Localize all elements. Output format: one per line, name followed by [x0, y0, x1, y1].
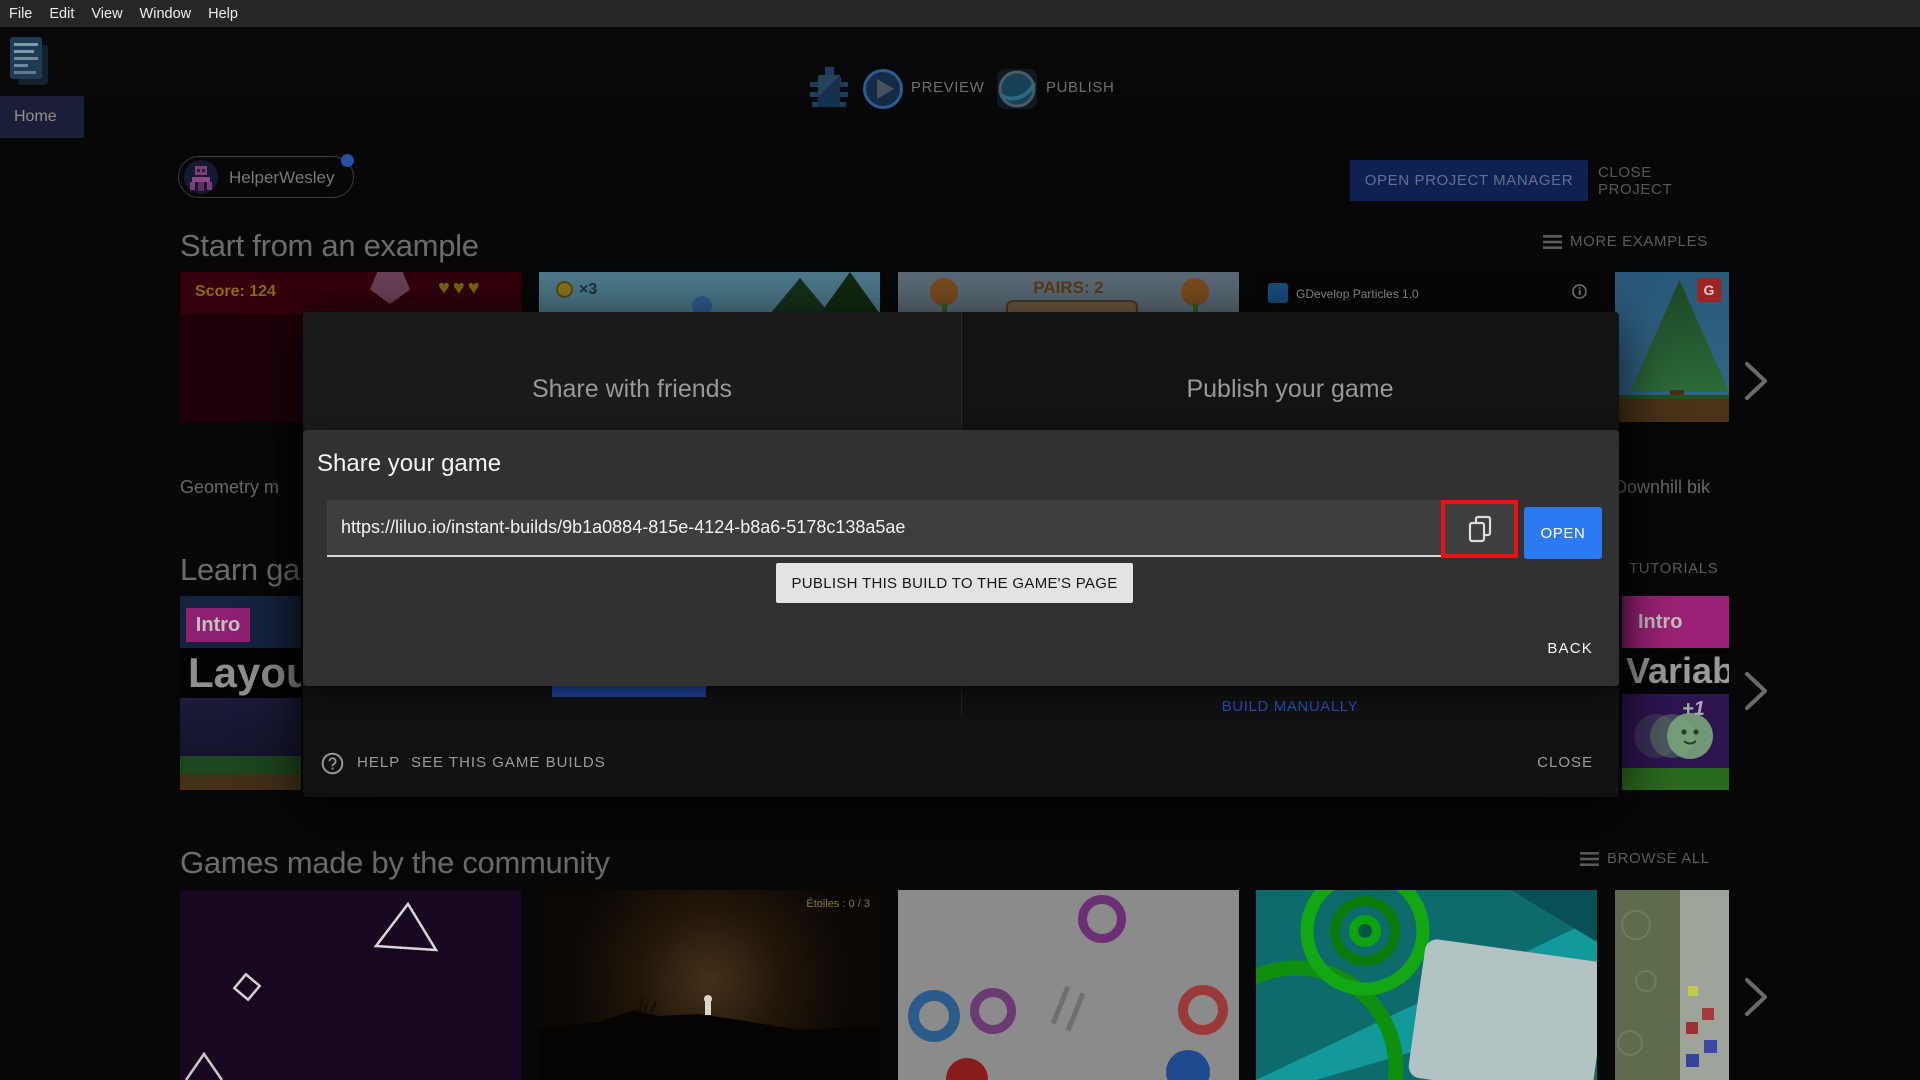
community-card-rings[interactable]: [898, 890, 1239, 1080]
open-url-button[interactable]: OPEN: [1524, 507, 1602, 559]
chevron-right-icon[interactable]: [1742, 976, 1770, 1018]
tutorials-label: TUTORIALS: [1629, 560, 1719, 577]
tutorial-word: Variab: [1626, 650, 1729, 691]
tutorial-card-layout[interactable]: Intro Layou: [180, 596, 301, 790]
coin-counter: ×3: [579, 281, 598, 298]
help-button[interactable]: HELP: [357, 754, 400, 771]
community-card-bubbles[interactable]: [1615, 890, 1729, 1080]
see-game-builds-button[interactable]: SEE THIS GAME BUILDS: [411, 754, 606, 771]
community-section-title: Games made by the community: [180, 845, 610, 880]
hidden-blue-button-edge: [552, 685, 706, 697]
publish-icon[interactable]: [995, 67, 1039, 111]
fish-right: [1181, 278, 1209, 306]
intro-tag: Intro: [1622, 596, 1729, 648]
help-icon[interactable]: [321, 752, 344, 775]
intro-tag: Intro: [186, 608, 250, 642]
publish-button[interactable]: PUBLISH: [1046, 79, 1114, 96]
list-icon: [1580, 851, 1599, 866]
username-label: HelperWesley: [229, 168, 335, 187]
back-button[interactable]: BACK: [1547, 640, 1593, 657]
community-card-night[interactable]: Étoiles : 0 / 3: [539, 890, 880, 1080]
tutorials-link[interactable]: TUTORIALS: [1629, 560, 1718, 577]
game-url-field[interactable]: [327, 500, 1516, 557]
more-examples-label: MORE EXAMPLES: [1570, 233, 1708, 250]
share-your-game-panel: Share your game OPEN PUBLISH THIS BUILD …: [303, 430, 1619, 686]
example-card-downhill[interactable]: G: [1615, 272, 1729, 422]
close-project-button[interactable]: CLOSE PROJECT: [1598, 160, 1728, 201]
tab-share-with-friends[interactable]: Share with friends: [303, 312, 961, 430]
gdevelop-logo-icon: [1268, 283, 1288, 303]
tutorial-word: Layou: [188, 649, 301, 696]
chevron-right-icon[interactable]: [1742, 360, 1770, 402]
menu-bar: File Edit View Window Help: [0, 0, 1920, 27]
user-chip[interactable]: HelperWesley: [178, 154, 354, 198]
close-dialog-button[interactable]: CLOSE: [1537, 754, 1593, 771]
menu-window[interactable]: Window: [140, 6, 192, 22]
tab-divider: [961, 312, 962, 430]
project-manager-icon[interactable]: [10, 37, 52, 89]
panel-title: Share your game: [317, 450, 502, 477]
tab-home[interactable]: Home: [0, 96, 84, 138]
ghost-character: [1634, 713, 1713, 759]
examples-section-title: Start from an example: [180, 228, 479, 263]
info-icon[interactable]: [1572, 284, 1587, 299]
community-card-neon[interactable]: [180, 890, 521, 1080]
copy-icon[interactable]: [1467, 515, 1493, 543]
caption-downhill: Downhill bik: [1614, 477, 1711, 497]
avatar: [184, 160, 218, 194]
share-dialog: Share with friends Publish your game BUI…: [303, 312, 1619, 797]
score-label: Score: 124: [195, 283, 276, 300]
notification-dot: [341, 154, 354, 167]
preview-button[interactable]: PREVIEW: [911, 79, 984, 96]
gdevelop-window: File Edit View Window Help PREVIEW PUBLI…: [0, 0, 1920, 1080]
dialog-footer: HELP SEE THIS GAME BUILDS CLOSE: [303, 750, 1619, 780]
open-project-manager-button[interactable]: OPEN PROJECT MANAGER: [1350, 160, 1588, 201]
toolbar: PREVIEW PUBLISH: [0, 27, 1920, 109]
browse-all-link[interactable]: BROWSE ALL: [1580, 850, 1710, 867]
tab-publish-your-game[interactable]: Publish your game: [961, 312, 1619, 430]
debug-icon[interactable]: [806, 65, 852, 113]
white-square-shape: [1407, 937, 1597, 1080]
publish-build-button[interactable]: PUBLISH THIS BUILD TO THE GAME'S PAGE: [776, 563, 1133, 603]
tutorial-card-variables[interactable]: Intro Variab +1: [1622, 596, 1729, 790]
browse-all-label: BROWSE ALL: [1607, 850, 1710, 867]
menu-help[interactable]: Help: [208, 6, 238, 22]
menu-edit[interactable]: Edit: [49, 6, 74, 22]
more-examples-link[interactable]: MORE EXAMPLES: [1543, 233, 1708, 250]
menu-file[interactable]: File: [9, 6, 32, 22]
coin-icon: [556, 281, 573, 298]
caption-geometry-monster: Geometry m: [180, 477, 280, 497]
chevron-right-icon[interactable]: [1742, 670, 1770, 712]
preview-icon[interactable]: [862, 68, 904, 110]
menu-view[interactable]: View: [91, 6, 122, 22]
list-icon: [1543, 234, 1562, 249]
fish-left: [930, 278, 958, 306]
hearts-icons: ♥♥♥: [438, 277, 483, 299]
learn-section-title: Learn ga: [180, 552, 300, 587]
community-card-target[interactable]: [1256, 890, 1597, 1080]
particles-label: GDevelop Particles 1.0: [1296, 287, 1419, 301]
tab-home-label: Home: [14, 108, 57, 125]
game-badge: G: [1697, 278, 1721, 302]
copy-button-highlight: [1441, 500, 1518, 558]
build-manually-link[interactable]: BUILD MANUALLY: [961, 698, 1619, 715]
